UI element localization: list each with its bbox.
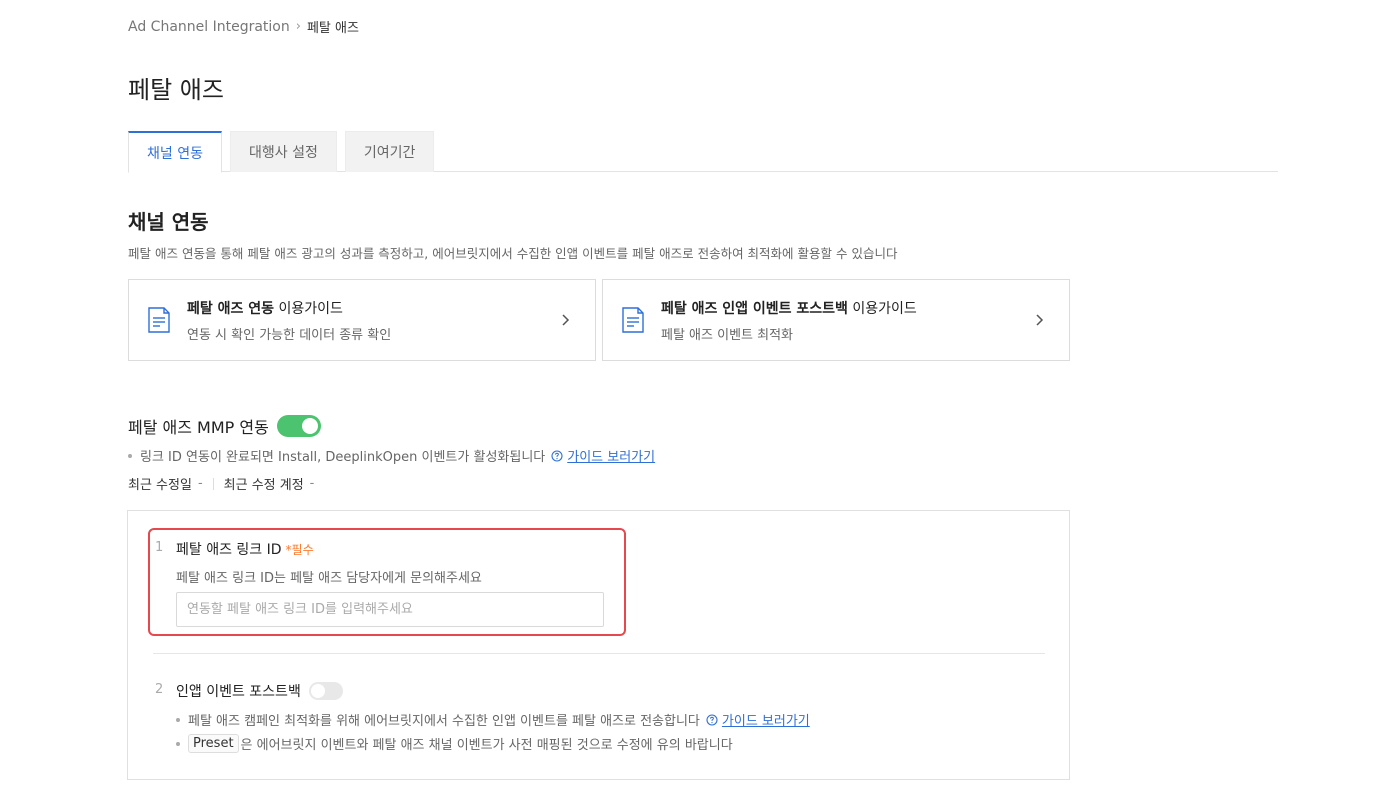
guide-card-integration[interactable]: 페탈 애즈 연동 이용가이드 연동 시 확인 가능한 데이터 종류 확인 <box>128 279 596 361</box>
preset-tag: Preset <box>188 734 239 753</box>
mmp-integration-toggle[interactable] <box>276 415 321 437</box>
divider <box>153 653 1045 654</box>
guide-card-subtitle: 연동 시 확인 가능한 데이터 종류 확인 <box>187 327 392 343</box>
page-title: 페탈 애즈 <box>128 76 224 104</box>
link-id-title-text: 페탈 애즈 링크 ID <box>176 542 282 558</box>
tab-bar: 채널 연동 대행사 설정 기여기간 <box>128 131 1278 173</box>
mmp-integration-header: 페탈 애즈 MMP 연동 <box>128 414 321 438</box>
help-circle-icon <box>551 449 563 462</box>
toggle-knob <box>301 418 318 434</box>
breadcrumb-current: 페탈 애즈 <box>306 21 359 36</box>
last-modified-label: 최근 수정일 <box>128 478 192 493</box>
bullet-dot <box>176 717 180 722</box>
chevron-right-icon <box>562 314 570 326</box>
guide-card-title: 페탈 애즈 연동 이용가이드 <box>187 300 343 317</box>
guide-card-subtitle: 페탈 애즈 이벤트 최적화 <box>661 327 793 343</box>
section-description: 페탈 애즈 연동을 통해 페탈 애즈 광고의 성과를 측정하고, 에어브릿지에서… <box>128 246 898 261</box>
mmp-guide-link[interactable]: 가이드 보러가기 <box>567 446 655 465</box>
postback-note: 페탈 애즈 캠페인 최적화를 위해 에어브릿지에서 수집한 인앱 이벤트를 페탈… <box>176 710 810 729</box>
last-modified-row: 최근 수정일 - 최근 수정 계정 - <box>128 474 314 493</box>
guide-card-postback[interactable]: 페탈 애즈 인앱 이벤트 포스트백 이용가이드 페탈 애즈 이벤트 최적화 <box>602 279 1070 361</box>
document-icon <box>622 307 644 333</box>
bullet-dot <box>128 453 132 458</box>
last-modified-value: - <box>197 476 203 491</box>
guide-card-title: 페탈 애즈 인앱 이벤트 포스트백 이용가이드 <box>661 300 917 317</box>
mmp-note-text: 링크 ID 연동이 완료되면 Install, DeeplinkOpen 이벤트… <box>140 450 546 465</box>
tab-agency-settings[interactable]: 대행사 설정 <box>229 131 337 172</box>
breadcrumb-parent-link[interactable]: Ad Channel Integration <box>128 19 290 35</box>
preset-note-text: 은 에어브릿지 이벤트와 페탈 애즈 채널 이벤트가 사전 매핑된 것으로 수정… <box>240 738 733 753</box>
guide-card-list: 페탈 애즈 연동 이용가이드 연동 시 확인 가능한 데이터 종류 확인 페탈 … <box>128 279 1070 361</box>
postback-guide-link[interactable]: 가이드 보러가기 <box>722 710 810 729</box>
postback-title: 인앱 이벤트 포스트백 <box>176 681 343 701</box>
toggle-knob <box>310 684 325 698</box>
postback-title-text: 인앱 이벤트 포스트백 <box>176 684 301 700</box>
mmp-integration-title: 페탈 애즈 MMP 연동 <box>128 418 269 437</box>
document-icon <box>148 307 170 333</box>
mmp-note: 링크 ID 연동이 완료되면 Install, DeeplinkOpen 이벤트… <box>128 446 655 465</box>
preset-note: Preset 은 에어브릿지 이벤트와 페탈 애즈 채널 이벤트가 사전 매핑된… <box>176 734 733 753</box>
link-id-title: 페탈 애즈 링크 ID *필수 <box>176 539 314 559</box>
bullet-dot <box>176 741 180 746</box>
required-badge: *필수 <box>285 542 314 557</box>
last-editor-value: - <box>309 476 315 491</box>
section-title: 채널 연동 <box>128 210 209 234</box>
postback-toggle[interactable] <box>308 682 343 700</box>
breadcrumb: Ad Channel Integration › 페탈 애즈 <box>128 17 359 37</box>
tab-channel-integration[interactable]: 채널 연동 <box>128 131 222 173</box>
help-circle-icon <box>706 713 718 726</box>
tab-attribution-window[interactable]: 기여기간 <box>344 131 435 172</box>
link-id-input[interactable] <box>176 592 604 627</box>
step-number: 1 <box>155 540 164 555</box>
link-id-description: 페탈 애즈 링크 ID는 페탈 애즈 담당자에게 문의해주세요 <box>176 571 482 586</box>
step-number: 2 <box>155 682 164 697</box>
postback-note-text: 페탈 애즈 캠페인 최적화를 위해 에어브릿지에서 수집한 인앱 이벤트를 페탈… <box>188 714 700 729</box>
last-editor-label: 최근 수정 계정 <box>223 478 304 493</box>
breadcrumb-separator: › <box>295 19 301 34</box>
divider <box>212 477 214 490</box>
chevron-right-icon <box>1036 314 1044 326</box>
